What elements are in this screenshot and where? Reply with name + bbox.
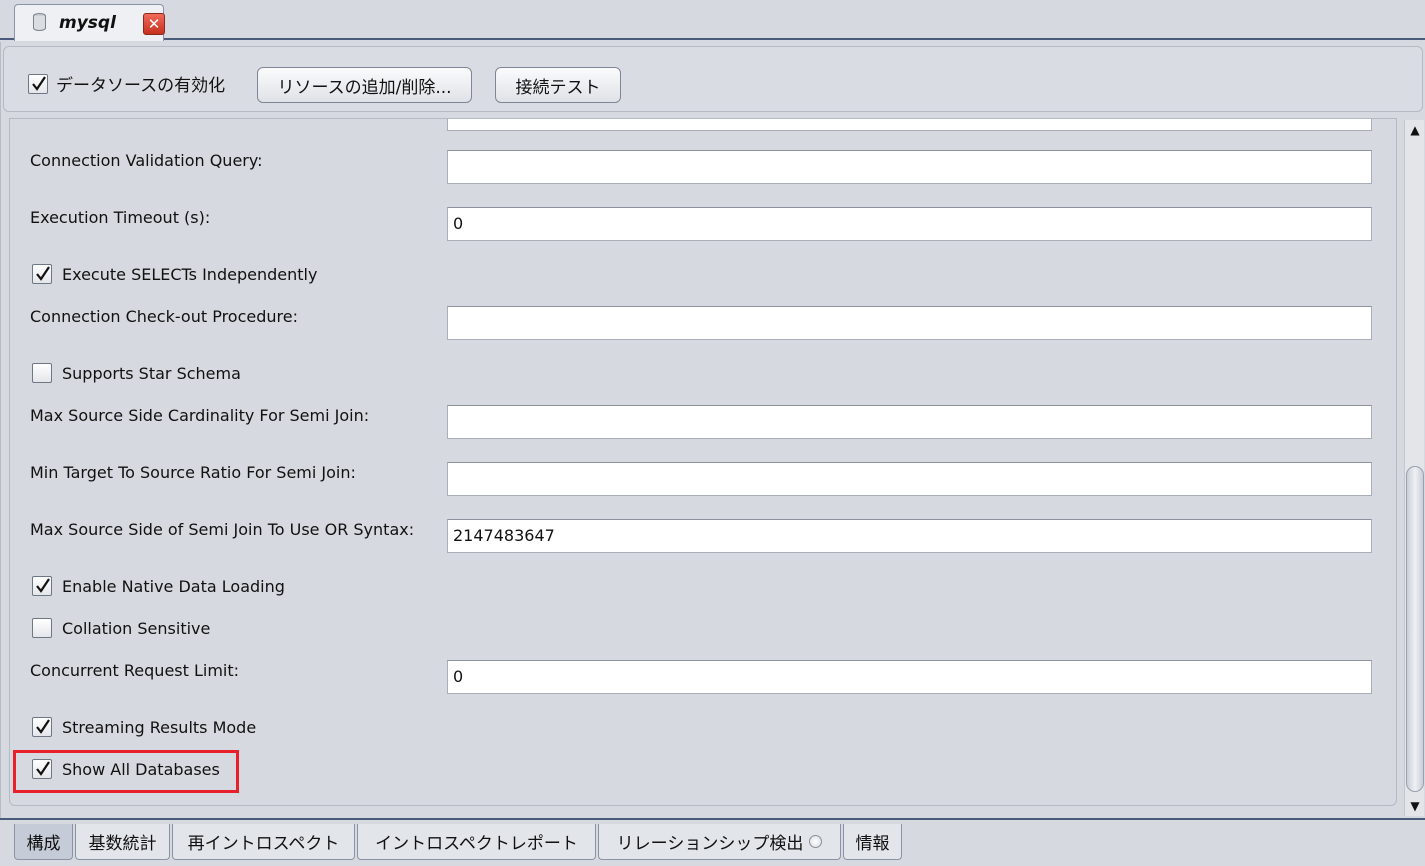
min-target-to-source-ratio-label: Min Target To Source Ratio For Semi Join… (30, 463, 356, 482)
scroll-down-arrow-icon[interactable]: ▼ (1405, 796, 1425, 816)
enable-native-data-loading-label: Enable Native Data Loading (62, 576, 285, 596)
enable-native-data-loading-checkbox[interactable]: Enable Native Data Loading (32, 576, 285, 596)
execution-timeout-label: Execution Timeout (s): (30, 208, 211, 227)
execute-selects-independently-label: Execute SELECTs Independently (62, 264, 318, 284)
connection-validation-query-label: Connection Validation Query: (30, 151, 263, 170)
collation-sensitive-label: Collation Sensitive (62, 618, 211, 638)
checkbox-checked[interactable] (32, 264, 52, 284)
tab-info[interactable]: 情報 (843, 824, 902, 860)
mysql-document-tab[interactable]: mysql ✕ (14, 4, 165, 41)
connection-test-button[interactable]: 接続テスト (495, 67, 621, 103)
tab-label: 再イントロスペクト (187, 834, 340, 854)
tab-relationship-discovery[interactable]: リレーションシップ検出 (598, 824, 841, 860)
check-icon (36, 578, 50, 593)
partially-hidden-field[interactable] (447, 119, 1372, 131)
supports-star-schema-label: Supports Star Schema (62, 363, 241, 383)
supports-star-schema-checkbox[interactable]: Supports Star Schema (32, 363, 241, 383)
connection-checkout-procedure-label: Connection Check-out Procedure: (30, 307, 298, 326)
max-source-side-or-syntax-label: Max Source Side of Semi Join To Use OR S… (30, 520, 415, 539)
vertical-scrollbar[interactable]: ▲ ▼ (1404, 120, 1424, 816)
check-icon (36, 266, 50, 281)
document-tab-title: mysql (59, 13, 116, 33)
tab-reintrospect[interactable]: 再イントロスペクト (172, 824, 355, 860)
tab-configuration[interactable]: 構成 (14, 824, 73, 860)
max-source-side-cardinality-input[interactable] (447, 405, 1372, 439)
status-dot-icon (809, 835, 823, 848)
execution-timeout-input[interactable]: 0 (447, 207, 1372, 241)
document-tab-strip: mysql ✕ (0, 0, 1425, 41)
tab-cardinality-stats[interactable]: 基数統計 (75, 824, 170, 860)
min-target-to-source-ratio-input[interactable] (447, 462, 1372, 496)
datasource-config-panel: データソースの有効化 リソースの追加/削除... 接続テスト Connectio… (0, 42, 1425, 818)
checkbox-checked[interactable] (32, 576, 52, 596)
tab-label: 情報 (855, 834, 890, 854)
tab-label: 構成 (26, 834, 61, 854)
concurrent-request-limit-label: Concurrent Request Limit: (30, 661, 240, 680)
max-source-side-or-syntax-input[interactable]: 2147483647 (447, 519, 1372, 553)
tab-label: イントロスペクトレポート (375, 834, 578, 854)
checkbox-checked[interactable] (32, 717, 52, 737)
scroll-up-arrow-icon[interactable]: ▲ (1405, 120, 1425, 140)
scrollbar-thumb[interactable] (1406, 466, 1424, 792)
enable-datasource-label: データソースの有効化 (56, 76, 226, 96)
max-source-side-cardinality-label: Max Source Side Cardinality For Semi Joi… (30, 406, 370, 425)
concurrent-request-limit-input[interactable]: 0 (447, 660, 1372, 694)
collation-sensitive-checkbox[interactable]: Collation Sensitive (32, 618, 210, 638)
connection-checkout-procedure-input[interactable] (447, 306, 1372, 340)
highlight-box (13, 750, 239, 793)
tab-label: リレーションシップ検出 (616, 834, 804, 854)
database-icon (33, 13, 46, 31)
add-remove-resources-button[interactable]: リソースの追加/削除... (257, 67, 472, 103)
check-icon (36, 719, 50, 734)
enable-datasource-checkbox[interactable]: データソースの有効化 (28, 71, 225, 96)
bottom-tab-bar: 構成 基数統計 再イントロスペクト イントロスペクトレポート リレーションシップ… (0, 818, 1425, 866)
check-icon (32, 75, 46, 91)
checkbox-checked[interactable] (28, 73, 48, 94)
close-icon[interactable]: ✕ (143, 13, 165, 35)
execute-selects-independently-checkbox[interactable]: Execute SELECTs Independently (32, 264, 317, 284)
checkbox-unchecked[interactable] (32, 618, 52, 638)
tab-introspect-report[interactable]: イントロスペクトレポート (357, 824, 596, 860)
checkbox-unchecked[interactable] (32, 363, 52, 383)
settings-scroll-area[interactable]: Connection Validation Query: Execution T… (9, 118, 1397, 806)
streaming-results-mode-checkbox[interactable]: Streaming Results Mode (32, 717, 256, 737)
datasource-toolbar: データソースの有効化 リソースの追加/削除... 接続テスト (3, 46, 1423, 112)
streaming-results-mode-label: Streaming Results Mode (62, 717, 257, 737)
tab-label: 基数統計 (88, 834, 157, 854)
connection-validation-query-input[interactable] (447, 150, 1372, 184)
